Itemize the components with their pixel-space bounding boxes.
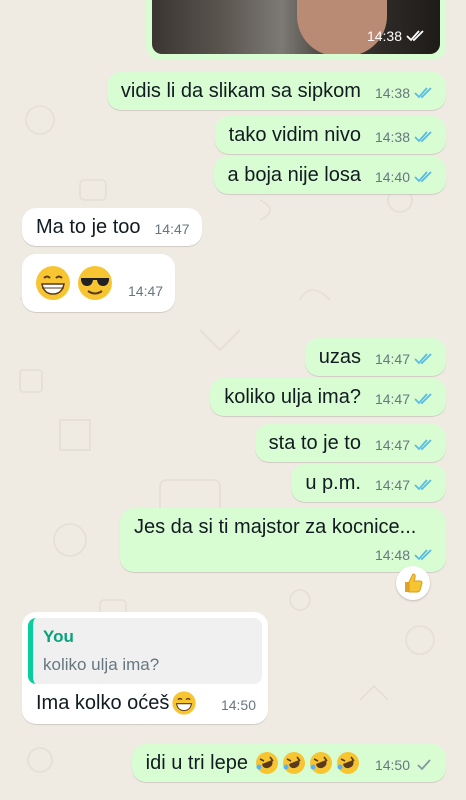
message-row: koliko ulja ima? 14:47 bbox=[0, 378, 466, 416]
rolling-laughing-icon bbox=[309, 752, 332, 774]
message-content: idi u tri lepe bbox=[146, 750, 361, 776]
double-check-read-icon bbox=[414, 171, 432, 183]
double-check-read-icon bbox=[414, 549, 432, 561]
message-bubble[interactable]: idi u tri lepe 14:50 bbox=[131, 744, 446, 782]
message-time: 14:47 bbox=[154, 221, 190, 237]
message-time: 14:47 bbox=[128, 283, 164, 299]
message-bubble[interactable]: uzas 14:47 bbox=[304, 338, 446, 376]
message-text: Jes da si ti majstor za kocnice... bbox=[134, 516, 417, 538]
message-bubble[interactable]: koliko ulja ima? 14:47 bbox=[210, 378, 446, 416]
message-bubble[interactable]: sta to je to 14:47 bbox=[254, 424, 446, 462]
message-text: u p.m. bbox=[305, 472, 361, 494]
rolling-laughing-icon bbox=[282, 752, 305, 774]
message-meta: 14:50 bbox=[375, 752, 434, 778]
message-time: 14:40 bbox=[374, 169, 410, 185]
message-row: You koliko ulja ima? Ima kolko oćeš 14:5… bbox=[0, 612, 466, 724]
photo-meta: 14:38 bbox=[367, 28, 426, 44]
message-row: vidis li da slikam sa sipkom 14:38 bbox=[0, 72, 466, 110]
message-row: Jes da si ti majstor za kocnice... 14:48 bbox=[0, 508, 466, 572]
double-check-read-icon bbox=[414, 353, 432, 365]
double-check-read-icon bbox=[406, 30, 424, 42]
message-row: Ma to je too 14:47 bbox=[0, 208, 466, 246]
message-bubble[interactable]: Jes da si ti majstor za kocnice... 14:48 bbox=[120, 508, 446, 572]
message-text: vidis li da slikam sa sipkom bbox=[120, 80, 361, 102]
message-text: tako vidim nivo bbox=[228, 124, 361, 146]
message-text: Ma to je too bbox=[36, 216, 141, 238]
message-bubble[interactable]: 14:47 bbox=[22, 254, 176, 312]
rolling-laughing-icon bbox=[336, 752, 359, 774]
message-meta: 14:38 bbox=[375, 124, 434, 150]
message-meta: 14:47 bbox=[375, 386, 434, 412]
double-check-read-icon bbox=[414, 87, 432, 99]
double-check-read-icon bbox=[414, 131, 432, 143]
grinning-face-icon bbox=[36, 266, 70, 300]
message-text: koliko ulja ima? bbox=[224, 386, 361, 408]
double-check-read-icon bbox=[414, 439, 432, 451]
photo-message[interactable]: 14:38 bbox=[146, 0, 446, 60]
message-row: sta to je to 14:47 bbox=[0, 424, 466, 462]
message-text: Ima kolko oćeš bbox=[36, 692, 170, 714]
message-row: tako vidim nivo 14:38 bbox=[0, 116, 466, 154]
message-time: 14:38 bbox=[374, 85, 410, 101]
single-check-sent-icon bbox=[417, 759, 431, 771]
message-row: 14:47 bbox=[0, 254, 466, 312]
message-meta: 14:47 bbox=[155, 216, 190, 242]
message-row: idi u tri lepe 14:50 bbox=[0, 744, 466, 782]
message-time: 14:50 bbox=[220, 697, 256, 713]
sunglasses-face-icon bbox=[78, 266, 112, 300]
photo-image[interactable]: 14:38 bbox=[152, 0, 440, 54]
message-bubble[interactable]: a boja nije losa 14:40 bbox=[213, 156, 446, 194]
quote-text: koliko ulja ima? bbox=[43, 655, 160, 674]
message-time: 14:50 bbox=[374, 757, 410, 773]
message-text: idi u tri lepe bbox=[145, 752, 248, 774]
message-bubble[interactable]: Ma to je too 14:47 bbox=[22, 208, 202, 246]
message-meta: 14:47 bbox=[375, 346, 434, 372]
message-bubble[interactable]: u p.m. 14:47 bbox=[291, 464, 446, 502]
thumbs-up-icon bbox=[405, 573, 423, 593]
message-meta: 14:47 bbox=[128, 278, 163, 304]
message-meta: 14:50 bbox=[221, 692, 256, 718]
quoted-message[interactable]: You koliko ulja ima? bbox=[28, 618, 262, 684]
message-reaction[interactable] bbox=[396, 566, 430, 600]
message-time: 14:47 bbox=[374, 477, 410, 493]
message-row: a boja nije losa 14:40 bbox=[0, 156, 466, 194]
message-meta: 14:47 bbox=[375, 472, 434, 498]
message-meta: 14:48 bbox=[375, 542, 434, 568]
reply-body: Ima kolko oćeš 14:50 bbox=[28, 690, 262, 716]
message-time: 14:38 bbox=[366, 28, 402, 44]
message-bubble[interactable]: vidis li da slikam sa sipkom 14:38 bbox=[106, 72, 446, 110]
message-meta: 14:40 bbox=[375, 164, 434, 190]
message-meta: 14:38 bbox=[375, 80, 434, 106]
message-text: uzas bbox=[318, 346, 361, 368]
double-check-read-icon bbox=[414, 479, 432, 491]
rolling-laughing-icon bbox=[255, 752, 278, 774]
photo-finger bbox=[297, 0, 387, 54]
message-bubble[interactable]: tako vidim nivo 14:38 bbox=[214, 116, 446, 154]
emoji-group bbox=[34, 264, 114, 302]
message-meta: 14:47 bbox=[375, 432, 434, 458]
message-time: 14:47 bbox=[374, 391, 410, 407]
message-row: u p.m. 14:47 bbox=[0, 464, 466, 502]
message-time: 14:47 bbox=[374, 351, 410, 367]
double-check-read-icon bbox=[414, 393, 432, 405]
message-bubble[interactable]: You koliko ulja ima? Ima kolko oćeš 14:5… bbox=[22, 612, 268, 724]
message-row: uzas 14:47 bbox=[0, 338, 466, 376]
grinning-face-icon bbox=[172, 691, 197, 715]
message-text: sta to je to bbox=[268, 432, 361, 454]
message-time: 14:47 bbox=[374, 437, 410, 453]
quote-author: You bbox=[43, 627, 74, 646]
message-text: a boja nije losa bbox=[227, 164, 361, 186]
reply-content: Ima kolko oćeš bbox=[36, 690, 197, 716]
message-time: 14:38 bbox=[374, 129, 410, 145]
emoji-group bbox=[254, 750, 361, 776]
message-time: 14:48 bbox=[374, 547, 410, 563]
